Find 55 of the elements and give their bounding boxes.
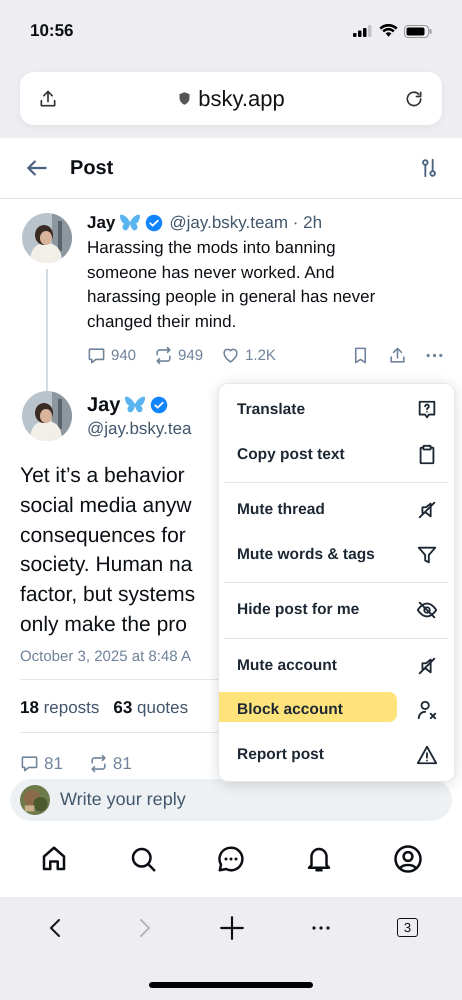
- repost-icon[interactable]: [154, 346, 174, 365]
- menu-item[interactable]: Translate: [219, 388, 454, 432]
- profile-icon[interactable]: [392, 844, 423, 874]
- tabs-button[interactable]: 3: [396, 918, 418, 938]
- author-name: Jay: [87, 213, 116, 233]
- address-bar[interactable]: bsky.app: [20, 72, 442, 125]
- post-text-line: social media anyw: [20, 492, 192, 519]
- action-count: 81: [44, 754, 63, 774]
- menu-item[interactable]: Hide post for me: [219, 588, 454, 632]
- person-x-icon: [416, 699, 438, 722]
- verified-badge-icon: [145, 214, 164, 232]
- page-title: Post: [70, 156, 114, 180]
- post-text: Harassing the mods into banning someone has never worked. And harassing people in general has never changed their mind.: [87, 237, 376, 332]
- action-count: 81: [112, 754, 132, 774]
- verified-badge-icon: [150, 396, 168, 414]
- author-handle: @jay.bsky.tea: [87, 418, 192, 438]
- signal-icon: [353, 25, 373, 37]
- menu-item[interactable]: Mute words & tags: [219, 532, 454, 577]
- stat-count: 18 reposts: [20, 698, 100, 718]
- stat-count: 63 quotes: [113, 698, 188, 718]
- post-text-line: Yet it’s a behavior: [20, 463, 185, 489]
- url-text: bsky.app: [198, 86, 285, 112]
- heart-icon[interactable]: [221, 346, 240, 365]
- menu-item[interactable]: Mute thread: [219, 488, 454, 532]
- repost-icon[interactable]: [88, 754, 108, 774]
- menu-item[interactable]: Block account: [219, 688, 454, 732]
- eye-slash-icon: [416, 599, 438, 622]
- chat-bubble-icon[interactable]: [216, 844, 246, 874]
- post-text-line: society. Human na: [20, 552, 192, 578]
- shield-icon: [177, 91, 192, 106]
- post-text-line: factor, but systems: [20, 582, 196, 608]
- share-icon[interactable]: [38, 88, 58, 108]
- post-text-line: only make the pro: [20, 612, 187, 638]
- reply-icon[interactable]: [20, 754, 39, 774]
- butterfly-icon: [119, 213, 142, 233]
- reply-icon[interactable]: [87, 346, 106, 365]
- author-name: Jay: [87, 394, 120, 416]
- reply-field[interactable]: Write your reply: [10, 778, 452, 821]
- action-count: 949: [178, 347, 204, 364]
- status-time: 10:56: [30, 21, 74, 41]
- action-count: 940: [111, 347, 136, 364]
- post-text-line: consequences for: [20, 522, 186, 549]
- menu-item[interactable]: Report post: [219, 732, 454, 777]
- plus-icon[interactable]: [219, 914, 246, 941]
- author-handle: @jay.bsky.team · 2h: [169, 213, 322, 233]
- action-count: 1.2K: [245, 347, 276, 364]
- muted-speaker-icon: [416, 654, 438, 677]
- warning-icon: [416, 744, 438, 766]
- reply-placeholder: Write your reply: [60, 789, 186, 810]
- butterfly-icon: [124, 395, 146, 415]
- menu-item[interactable]: Copy post text: [219, 432, 454, 477]
- battery-icon: [404, 24, 432, 38]
- muted-speaker-icon: [416, 499, 438, 522]
- wifi-icon: [379, 24, 398, 38]
- reload-icon[interactable]: [404, 88, 424, 108]
